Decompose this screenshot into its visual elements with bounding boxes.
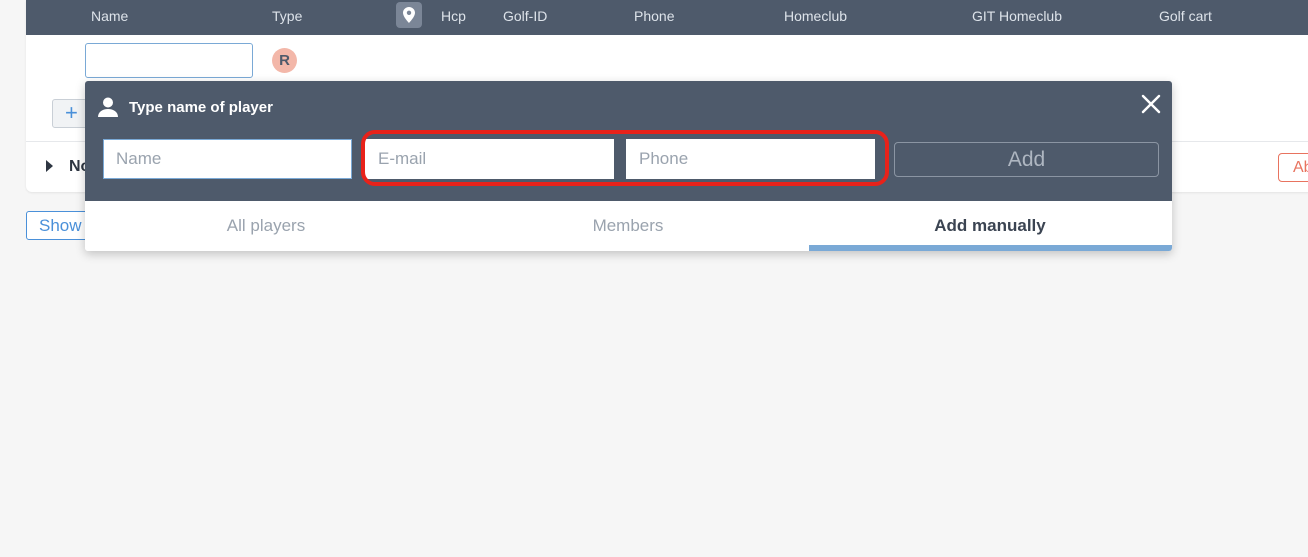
column-header-homeclub[interactable]: Homeclub [784,8,847,24]
player-row-input[interactable] [85,43,253,78]
add-player-popup: Type name of player Add All players Memb… [85,81,1172,251]
expand-caret-icon[interactable] [46,160,53,172]
add-button[interactable]: Add [894,142,1159,177]
player-badge: R [272,48,297,73]
phone-input[interactable] [626,139,875,179]
table-header: Name Type Hcp Golf-ID Phone Homeclub GIT… [26,0,1308,35]
column-header-name[interactable]: Name [91,8,128,24]
column-header-type[interactable]: Type [272,8,302,24]
right-action-button[interactable]: Ab [1278,153,1308,182]
column-header-phone[interactable]: Phone [634,8,674,24]
location-pin-icon[interactable] [396,2,422,28]
popup-tabs: All players Members Add manually [85,201,1172,251]
close-icon[interactable] [1140,93,1162,115]
column-header-golf-id[interactable]: Golf-ID [503,8,547,24]
column-header-hcp[interactable]: Hcp [441,8,466,24]
tab-all-players[interactable]: All players [85,201,447,251]
name-input[interactable] [103,139,352,179]
popup-title: Type name of player [129,99,273,116]
active-tab-indicator [809,245,1172,251]
tab-add-manually[interactable]: Add manually [809,201,1171,251]
column-header-git-homeclub[interactable]: GIT Homeclub [972,8,1062,24]
popup-header: Type name of player Add [85,81,1172,201]
email-input[interactable] [365,139,614,179]
tab-members[interactable]: Members [447,201,809,251]
user-icon [97,96,119,123]
column-header-golf-cart[interactable]: Golf cart [1159,8,1212,24]
